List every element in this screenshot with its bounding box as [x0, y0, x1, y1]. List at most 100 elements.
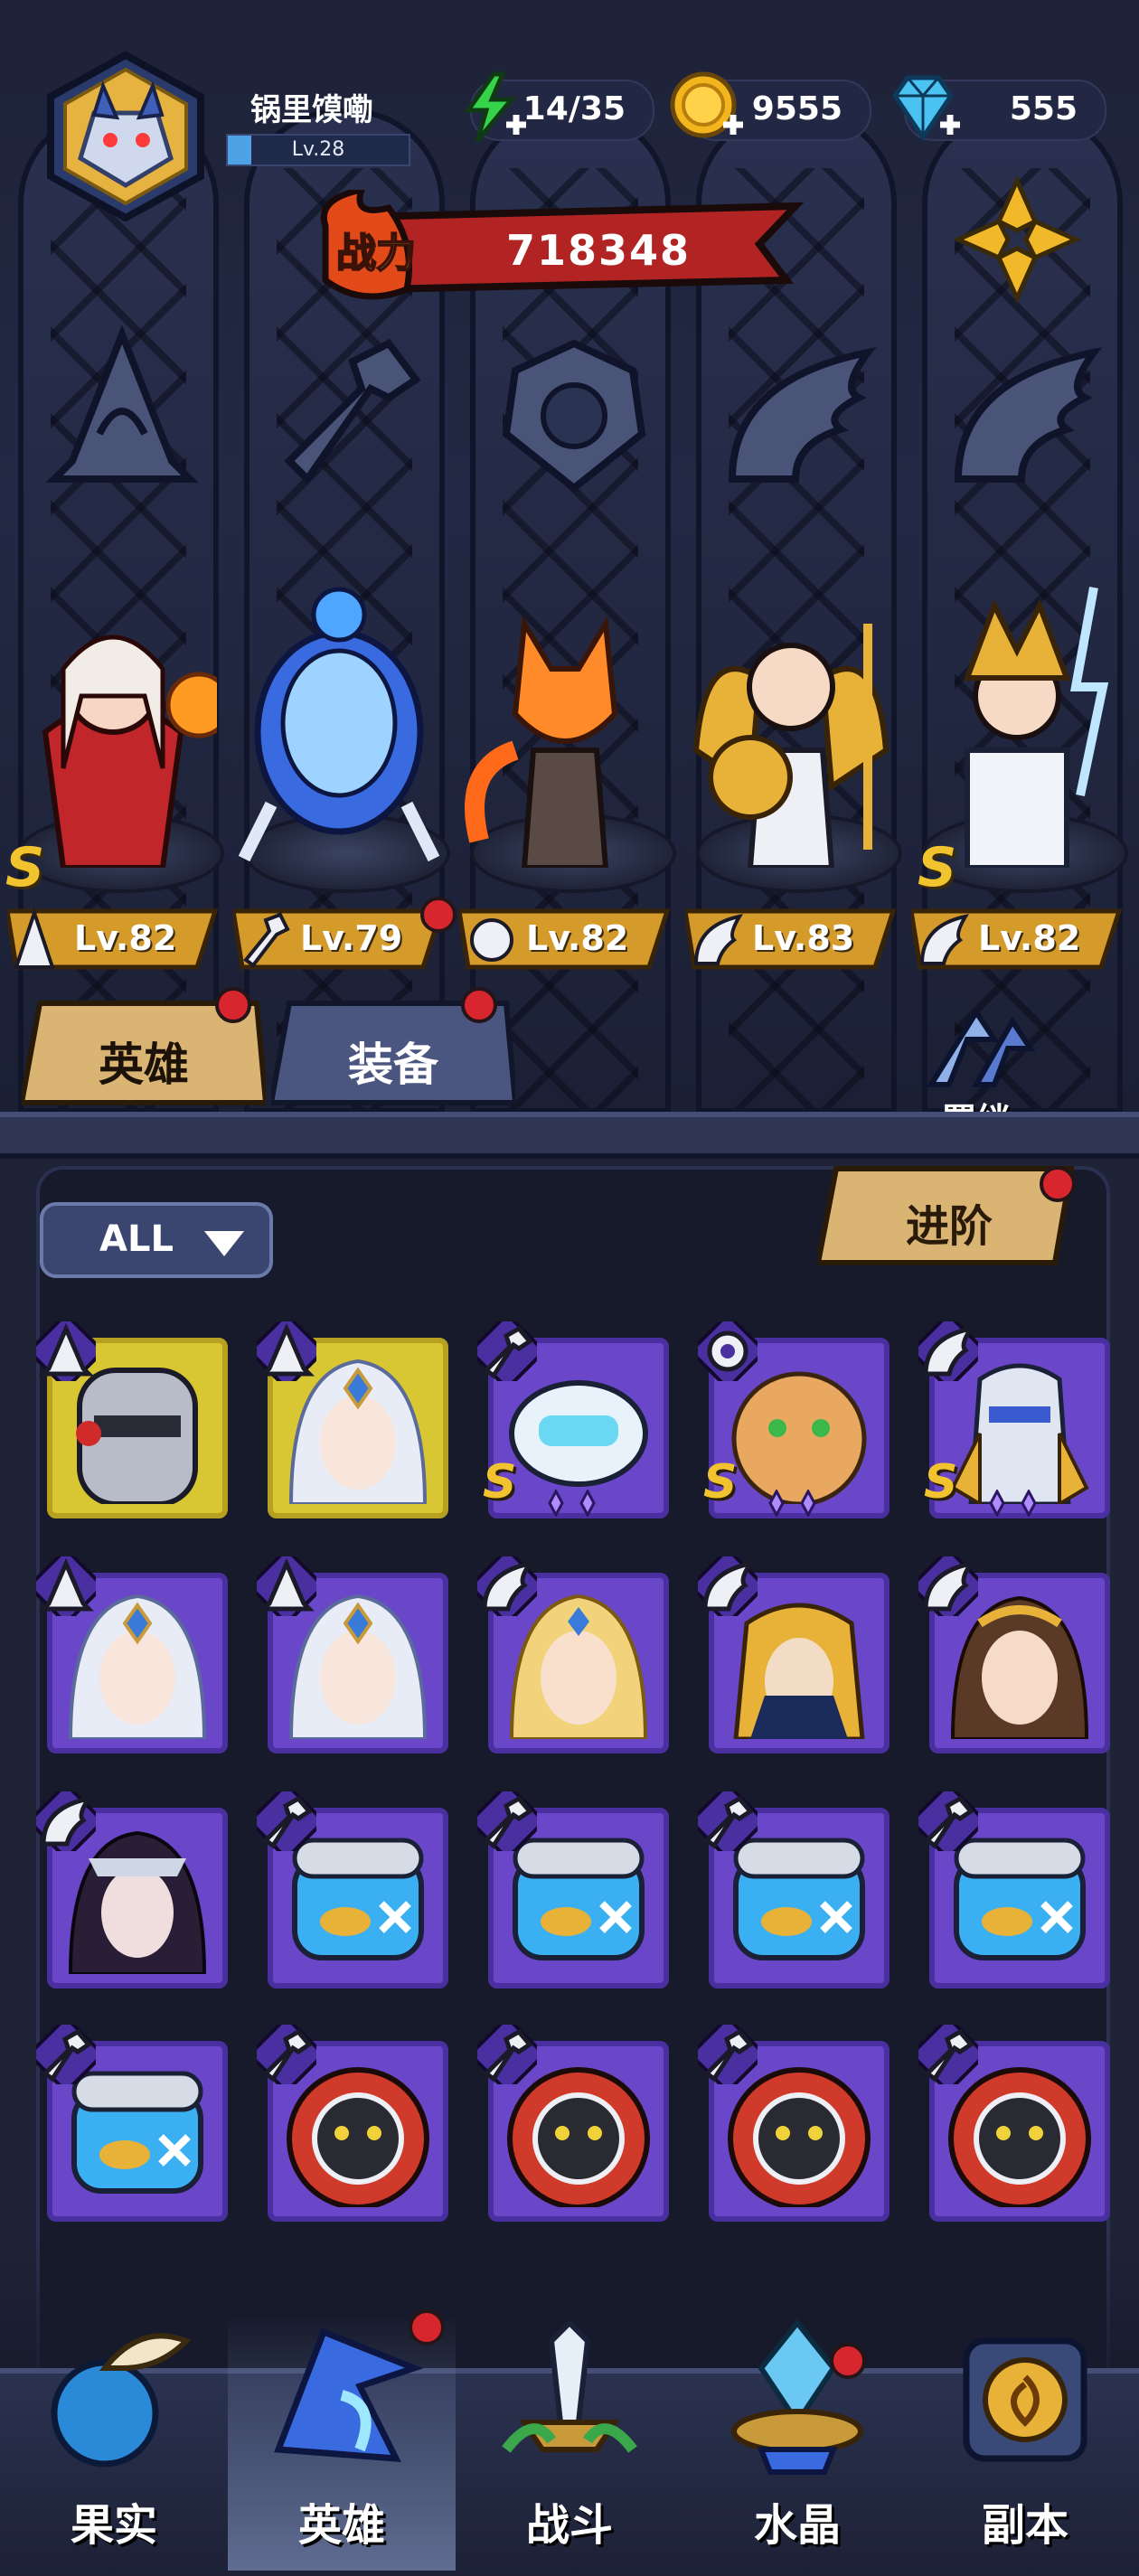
nav-dungeon[interactable]: 副本 — [911, 2314, 1139, 2571]
star-rating — [763, 1488, 826, 1520]
fruit-icon — [51, 2333, 192, 2468]
mage-class-icon — [31, 1316, 101, 1387]
hero-card[interactable] — [31, 1316, 228, 1518]
hero-level-text: Lv.82 — [74, 918, 177, 958]
hero-card[interactable] — [692, 1786, 890, 1988]
nav-heroes[interactable]: 英雄 — [228, 2314, 456, 2571]
player-avatar[interactable] — [40, 50, 212, 222]
hero-card[interactable] — [472, 1786, 669, 1988]
nav-dungeon-label: 副本 — [981, 2500, 1068, 2551]
mech-class-icon — [31, 2019, 101, 2090]
wing-class-icon — [913, 1316, 984, 1387]
gem-value: 555 — [1009, 90, 1078, 127]
mech-class-icon — [913, 2019, 984, 2090]
mech-class-icon — [472, 1316, 542, 1387]
hero-robot-capsule[interactable] — [235, 569, 443, 868]
player-info: 锅里馍嘞 Lv.28 — [208, 80, 416, 170]
hero-card[interactable]: S — [472, 1316, 669, 1518]
mage-class-icon — [31, 1551, 101, 1622]
hero-rank-badge: S — [918, 836, 957, 899]
hero-card[interactable] — [692, 2019, 890, 2222]
hero-card[interactable] — [31, 1786, 228, 1988]
hero-level-text: Lv.83 — [752, 918, 855, 958]
nav-battle-label: 战斗 — [525, 2500, 613, 2551]
nav-fruit[interactable]: 果实 — [0, 2314, 228, 2571]
power-value: 718348 — [506, 226, 692, 275]
hero-card[interactable] — [251, 2019, 448, 2222]
hero-card[interactable]: S — [913, 1316, 1110, 1520]
nav-crystal[interactable]: 水晶 — [683, 2314, 911, 2571]
notification-dot — [215, 987, 251, 1023]
notification-dot — [461, 987, 497, 1023]
hero-card[interactable]: S — [692, 1316, 890, 1520]
portal-icon — [963, 2337, 1087, 2462]
hero-card[interactable] — [913, 1786, 1110, 1988]
wing-class-icon — [472, 1551, 542, 1622]
mech-class-icon — [251, 2019, 322, 2090]
notification-dot — [1040, 1166, 1076, 1202]
energy-value: 14/35 — [522, 90, 626, 127]
star-rating — [984, 1488, 1047, 1520]
hero-card[interactable] — [31, 2019, 228, 2222]
nav-heroes-label: 英雄 — [297, 2500, 385, 2551]
nav-battle[interactable]: 战斗 — [456, 2314, 683, 2571]
hero-level-tag: Lv.83 — [685, 904, 902, 974]
hero-level-tag: Lv.79 — [233, 904, 450, 974]
wing-class-emblem — [728, 347, 877, 483]
gear-icon — [952, 174, 1082, 305]
energy-counter[interactable]: 14/35 — [464, 71, 654, 143]
rank-s-badge: S — [703, 1455, 738, 1509]
hero-level-tag: Lv.82 — [911, 904, 1128, 974]
beast-class-emblem — [502, 339, 646, 494]
hero-rank-badge: S — [5, 836, 45, 899]
mage-class-emblem — [45, 325, 199, 483]
notification-dot — [420, 897, 457, 933]
notification-dot — [830, 2343, 866, 2379]
diamond-plus-icon — [891, 75, 960, 142]
notification-dot — [409, 2309, 445, 2346]
mage-class-icon — [251, 1551, 322, 1622]
mech-class-emblem — [284, 338, 421, 485]
hero-card[interactable] — [251, 1551, 448, 1753]
hero-level-text: Lv.82 — [526, 918, 629, 958]
hero-level-tag: Lv.82 — [7, 904, 224, 974]
tab-heroes-label: 英雄 — [99, 1039, 189, 1091]
wizard-hat-icon — [274, 2327, 423, 2462]
hero-card[interactable] — [251, 1316, 448, 1518]
mech-class-icon — [692, 2019, 763, 2090]
hero-lightning-paladin[interactable] — [913, 569, 1121, 868]
mech-class-icon — [913, 1786, 984, 1857]
gold-value: 9555 — [751, 90, 842, 127]
hero-level-tag: Lv.82 — [459, 904, 676, 974]
rank-s-badge: S — [483, 1455, 517, 1509]
hero-card[interactable] — [913, 2019, 1110, 2222]
class-filter-dropdown[interactable]: ALL — [40, 1202, 273, 1278]
mech-class-icon — [251, 1786, 322, 1857]
sword-icon — [502, 2318, 637, 2453]
player-exp-bar: Lv.28 — [226, 134, 410, 166]
mech-class-icon — [472, 1786, 542, 1857]
hero-card[interactable] — [472, 1551, 669, 1753]
hero-card[interactable] — [31, 1551, 228, 1753]
chevron-down-icon — [204, 1231, 244, 1256]
hero-fire-mage[interactable] — [9, 569, 217, 868]
wing-class-icon — [692, 1551, 763, 1622]
wing-class-icon — [31, 1786, 101, 1857]
hero-level-text: Lv.79 — [300, 918, 403, 958]
gold-coin-plus-icon — [670, 71, 743, 138]
advance-label: 进阶 — [905, 1201, 993, 1252]
beast-class-icon — [692, 1316, 763, 1387]
settings-button[interactable] — [949, 172, 1085, 307]
gem-counter[interactable]: 555 — [891, 75, 1106, 142]
hero-card[interactable] — [251, 1786, 448, 1988]
hero-winged-goddess[interactable] — [687, 569, 895, 868]
hero-fox-beast[interactable] — [461, 569, 669, 868]
hero-card[interactable] — [913, 1551, 1110, 1753]
hero-card[interactable] — [472, 2019, 669, 2222]
hero-level-text: Lv.82 — [978, 918, 1081, 958]
mage-class-icon — [251, 1316, 322, 1387]
gold-counter[interactable]: 9555 — [670, 71, 871, 141]
energy-bolt-plus-icon — [464, 71, 526, 143]
hero-card[interactable] — [692, 1551, 890, 1753]
filter-value: ALL — [99, 1218, 174, 1260]
